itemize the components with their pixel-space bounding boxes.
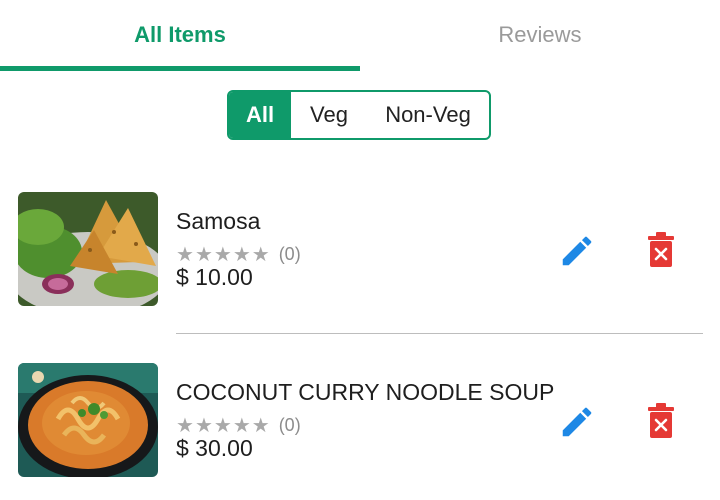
star-icon: ★ [213,414,232,437]
filter-nonveg-button[interactable]: Non-Veg [367,92,489,138]
item-rating: ★ ★ ★ ★ ★ (0) [176,244,301,265]
item-name: Samosa [176,208,261,234]
list-item: COCONUT CURRY NOODLE SOUP ★ ★ ★ ★ ★ (0) … [0,363,720,479]
edit-item-button[interactable] [558,232,596,270]
item-price: $ 10.00 [176,264,253,290]
tab-bar: All Items Reviews [0,0,720,72]
star-icon: ★ [251,243,270,266]
star-icon: ★ [194,414,213,437]
item-price: $ 30.00 [176,435,253,461]
delete-item-button[interactable] [646,403,676,439]
pencil-icon [562,407,592,437]
star-icon: ★ [251,414,270,437]
list-item: Samosa ★ ★ ★ ★ ★ (0) $ 10.00 [0,192,720,308]
filter-veg-button[interactable]: Veg [291,92,367,138]
item-image-curry-noodle-soup [18,363,158,477]
star-icon: ★ [176,414,194,437]
star-icon: ★ [194,243,213,266]
tab-reviews[interactable]: Reviews [360,0,720,70]
rating-count: (0) [278,244,301,264]
star-icon: ★ [232,414,251,437]
star-icon: ★ [176,243,194,266]
rating-count: (0) [278,415,301,435]
item-rating: ★ ★ ★ ★ ★ (0) [176,415,301,436]
tab-active-indicator [0,66,360,71]
pencil-icon [562,236,592,266]
tab-all-items[interactable]: All Items [0,0,360,70]
trash-icon [648,403,674,438]
diet-filter: All Veg Non-Veg [227,90,491,140]
star-icon: ★ [232,243,251,266]
item-divider [176,333,703,334]
item-image-samosa [18,192,158,306]
item-name: COCONUT CURRY NOODLE SOUP [176,379,555,405]
star-icon: ★ [213,243,232,266]
edit-item-button[interactable] [558,403,596,441]
filter-all-button[interactable]: All [229,92,291,138]
trash-icon [648,232,674,267]
delete-item-button[interactable] [646,232,676,268]
